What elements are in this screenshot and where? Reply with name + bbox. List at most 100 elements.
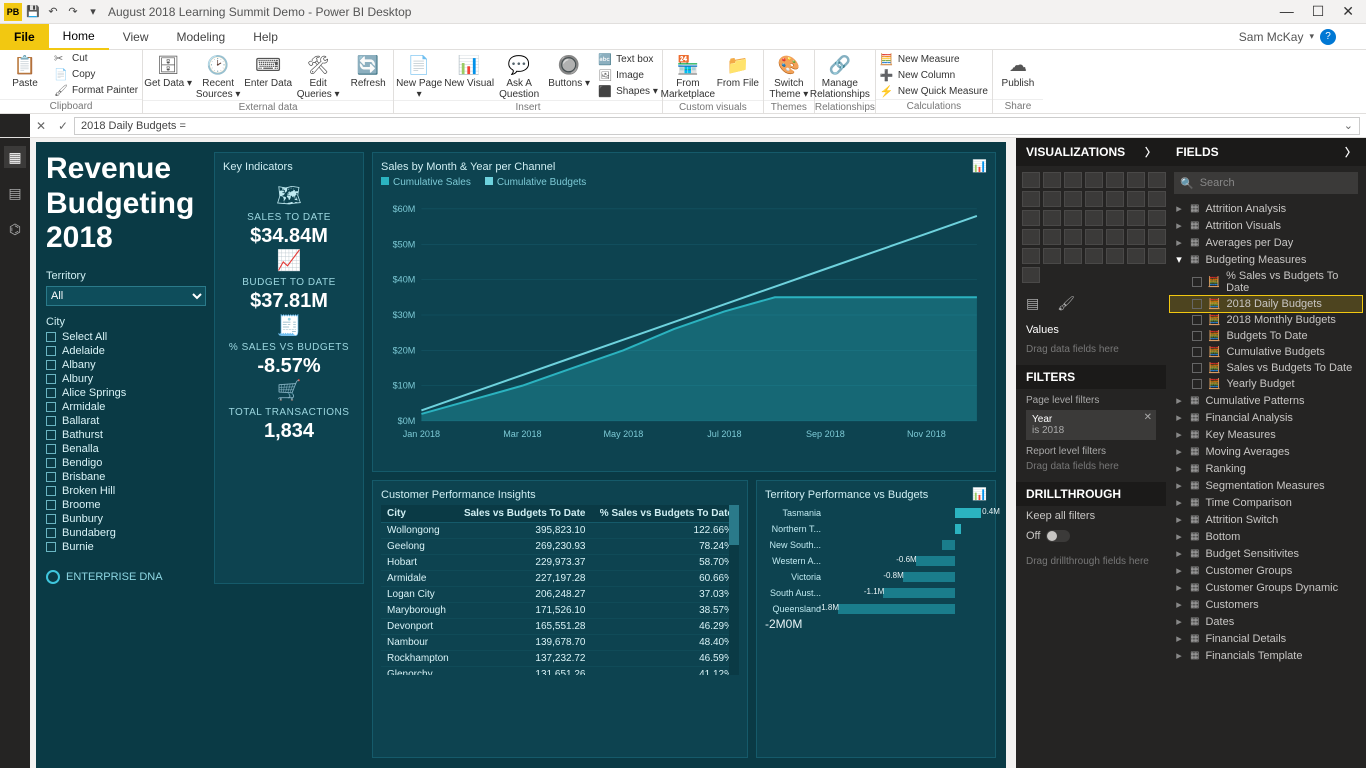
toggle-switch[interactable] [1046,530,1070,542]
maximize-icon[interactable]: ☐ [1312,3,1325,20]
area-chart-card[interactable]: 📊 Sales by Month & Year per Channel Cumu… [372,152,996,472]
city-item[interactable]: Benalla [46,442,206,456]
image-button[interactable]: 🖼Image [598,68,658,82]
user-dropdown-icon[interactable]: ▾ [1309,31,1314,42]
city-item[interactable]: Broome [46,498,206,512]
city-item[interactable]: Albury [46,372,206,386]
viz-type-icon[interactable] [1127,172,1145,188]
field-table[interactable]: ▸▦Budget Sensitivites [1170,545,1362,562]
field-table[interactable]: ▸▦Averages per Day [1170,234,1362,251]
textbox-button[interactable]: 🔤Text box [598,52,658,66]
values-placeholder[interactable]: Drag data fields here [1026,340,1156,359]
new-column-button[interactable]: ➕New Column [880,69,988,83]
field-measure[interactable]: 🧮Cumulative Budgets [1170,344,1362,360]
city-item[interactable]: Ballarat [46,414,206,428]
checkbox-icon[interactable] [1192,331,1202,341]
checkbox-icon[interactable] [46,444,56,454]
tab-help[interactable]: Help [239,24,292,50]
help-icon[interactable]: ? [1320,29,1336,45]
viz-type-icon[interactable] [1148,229,1166,245]
field-table[interactable]: ▸▦Customer Groups Dynamic [1170,579,1362,596]
city-item[interactable]: Broken Hill [46,484,206,498]
qat-dropdown-icon[interactable]: ▾ [84,3,102,21]
viz-type-icon[interactable] [1064,172,1082,188]
shapes-button[interactable]: ⬛Shapes ▾ [598,84,658,98]
table-row[interactable]: Maryborough171,526.1038.57% [381,603,739,619]
new-measure-button[interactable]: 🧮New Measure [880,53,988,67]
formula-cancel-icon[interactable]: ✕ [30,119,52,133]
viz-type-icon[interactable] [1085,210,1103,226]
table-row[interactable]: Geelong269,230.9378.24% [381,539,739,555]
viz-type-icon[interactable] [1043,210,1061,226]
bar-chart-card[interactable]: 📊 Territory Performance vs Budgets Tasma… [756,480,996,758]
edit-queries-button[interactable]: 🛠Edit Queries ▾ [293,50,343,100]
field-table[interactable]: ▾▦Budgeting Measures [1170,251,1362,268]
table-row[interactable]: Hobart229,973.3758.70% [381,555,739,571]
viz-type-icon[interactable] [1127,210,1145,226]
table-row[interactable]: Armidale227,197.2860.66% [381,571,739,587]
viz-type-icon[interactable] [1106,210,1124,226]
viz-type-icon[interactable] [1022,172,1040,188]
city-item[interactable]: Bendigo [46,456,206,470]
tab-modeling[interactable]: Modeling [162,24,239,50]
viz-type-icon[interactable] [1043,191,1061,207]
checkbox-icon[interactable] [46,514,56,524]
field-table[interactable]: ▸▦Customers [1170,596,1362,613]
city-item[interactable]: Brisbane [46,470,206,484]
table-row[interactable]: Glenorchy131,651.2641.12% [381,667,739,676]
viz-type-icon[interactable] [1106,172,1124,188]
formula-expand-icon[interactable]: ⌄ [1344,119,1353,132]
from-file-button[interactable]: 📁From File [713,50,763,100]
tab-view[interactable]: View [109,24,163,50]
fields-search[interactable]: 🔍Search [1174,172,1358,194]
table-scrollbar[interactable] [729,505,739,675]
checkbox-icon[interactable] [1192,277,1202,287]
viz-type-icon[interactable] [1022,191,1040,207]
checkbox-icon[interactable] [1192,347,1202,357]
field-table[interactable]: ▸▦Time Comparison [1170,494,1362,511]
territory-select[interactable]: All [46,286,206,306]
report-canvas[interactable]: Revenue Budgeting 2018 Territory All Cit… [36,142,1006,768]
checkbox-icon[interactable] [46,388,56,398]
field-table[interactable]: ▸▦Financial Details [1170,630,1362,647]
year-filter-chip[interactable]: ✕ Year is 2018 [1026,410,1156,440]
viz-type-icon[interactable] [1022,267,1040,283]
viz-type-icon[interactable] [1148,172,1166,188]
viz-type-icon[interactable] [1127,229,1145,245]
checkbox-icon[interactable] [46,360,56,370]
keep-filters-toggle[interactable]: Keep all filters [1016,506,1166,526]
fields-tab-icon[interactable]: ▤ [1026,295,1039,312]
viz-pane-collapse-icon[interactable]: 〉 [1145,144,1156,160]
model-view-icon[interactable]: ⌬ [4,218,26,240]
from-marketplace-button[interactable]: 🏪From Marketplace [663,50,713,100]
save-icon[interactable]: 💾 [24,3,42,21]
formula-commit-icon[interactable]: ✓ [52,119,74,133]
city-item[interactable]: Adelaide [46,344,206,358]
checkbox-icon[interactable] [46,402,56,412]
checkbox-icon[interactable] [46,528,56,538]
city-item[interactable]: Bundaberg [46,526,206,540]
new-page-button[interactable]: 📄New Page ▾ [394,50,444,100]
new-visual-button[interactable]: 📊New Visual [444,50,494,100]
viz-type-icon[interactable] [1106,191,1124,207]
table-row[interactable]: Nambour139,678.7048.40% [381,635,739,651]
viz-type-icon[interactable] [1064,248,1082,264]
viz-type-icon[interactable] [1043,229,1061,245]
city-item[interactable]: Select All [46,330,206,344]
viz-type-icon[interactable] [1085,229,1103,245]
field-table[interactable]: ▸▦Moving Averages [1170,443,1362,460]
checkbox-icon[interactable] [46,472,56,482]
checkbox-icon[interactable] [46,374,56,384]
field-table[interactable]: ▸▦Key Measures [1170,426,1362,443]
recent-sources-button[interactable]: 🕑Recent Sources ▾ [193,50,243,100]
new-quick-measure-button[interactable]: ⚡New Quick Measure [880,85,988,99]
viz-type-icon[interactable] [1022,248,1040,264]
data-view-icon[interactable]: ▤ [4,182,26,204]
enter-data-button[interactable]: ⌨Enter Data [243,50,293,100]
field-table[interactable]: ▸▦Attrition Visuals [1170,217,1362,234]
minimize-icon[interactable]: — [1280,3,1294,20]
drill-placeholder[interactable]: Drag drillthrough fields here [1026,552,1156,571]
format-tab-icon[interactable]: 🖌 [1057,295,1075,312]
viz-type-icon[interactable] [1064,210,1082,226]
th-pct[interactable]: % Sales vs Budgets To Date [591,505,739,523]
